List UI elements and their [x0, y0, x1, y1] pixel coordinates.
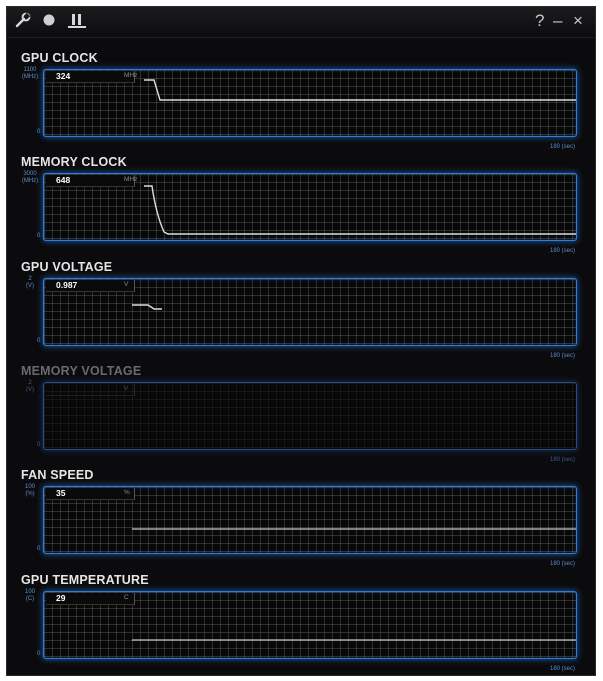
time-span-label: 180 (sec) — [549, 144, 575, 150]
gpu-clock-graph: 324 MHz — [43, 69, 577, 137]
readout-box: 35 % — [46, 488, 135, 500]
fan-speed-graph: 35 % — [43, 486, 577, 554]
axis-min-label: 0 — [37, 338, 41, 344]
panel-title: MEMORY CLOCK — [21, 155, 127, 169]
help-button[interactable]: ? — [535, 11, 544, 31]
time-span-label: 180 (sec) — [549, 561, 575, 567]
readout-box: 648 MHz — [46, 175, 138, 187]
time-span-label: 180 (sec) — [549, 353, 575, 359]
panel-title: FAN SPEED — [21, 468, 94, 482]
axis-min-label: 0 — [37, 233, 41, 239]
gpu-voltage-graph: 0.987 V — [43, 278, 577, 346]
unit-label: MHz — [124, 176, 138, 183]
readout-box: 324 MHz — [46, 71, 138, 83]
readout-box: 29 C — [46, 593, 135, 605]
panel-title: MEMORY VOLTAGE — [21, 364, 142, 378]
current-value: 324 — [56, 71, 71, 81]
axis-max-label: 3000 (MHz) — [21, 171, 39, 184]
unit-label: V — [124, 281, 129, 288]
current-value: 29 — [56, 593, 66, 603]
circle-icon[interactable] — [41, 12, 57, 33]
title-bar: ? – × — [7, 7, 595, 38]
axis-max-label: 100 (%) — [24, 484, 35, 497]
axis-max-label: 100 (C) — [24, 589, 35, 602]
readout-box: V — [46, 384, 135, 396]
close-button[interactable]: × — [573, 11, 583, 31]
axis-min-label: 0 — [37, 546, 41, 552]
panel-title: GPU CLOCK — [21, 51, 98, 65]
panel-title: GPU TEMPERATURE — [21, 573, 149, 587]
minimize-button[interactable]: – — [553, 11, 562, 31]
unit-label: V — [124, 385, 129, 392]
gpu-temperature-graph: 29 C — [43, 591, 577, 659]
time-span-label: 180 (sec) — [549, 457, 575, 463]
pause-icon[interactable] — [67, 12, 87, 35]
time-span-label: 180 (sec) — [549, 248, 575, 254]
axis-min-label: 0 — [37, 651, 41, 657]
time-span-label: 180 (sec) — [549, 666, 575, 672]
memory-clock-graph: 648 MHz — [43, 173, 577, 241]
axis-max-label: 2 (V) — [26, 276, 34, 289]
axis-max-label: 1100 (MHz) — [21, 67, 39, 80]
unit-label: MHz — [124, 72, 138, 79]
memory-voltage-graph: V — [43, 382, 577, 450]
panel-title: GPU VOLTAGE — [21, 260, 113, 274]
current-value: 0.987 — [56, 280, 78, 290]
unit-label: % — [124, 489, 130, 496]
wrench-icon[interactable] — [15, 12, 31, 33]
axis-min-label: 0 — [37, 129, 41, 135]
monitoring-window: ? – × GPU CLOCK 1100 (MHz) 0 324 MHz 180… — [6, 6, 596, 676]
readout-box: 0.987 V — [46, 280, 135, 292]
current-value: 648 — [56, 175, 71, 185]
current-value: 35 — [56, 488, 66, 498]
unit-label: C — [124, 594, 129, 601]
axis-max-label: 2 (V) — [26, 380, 34, 393]
axis-min-label: 0 — [37, 442, 41, 448]
